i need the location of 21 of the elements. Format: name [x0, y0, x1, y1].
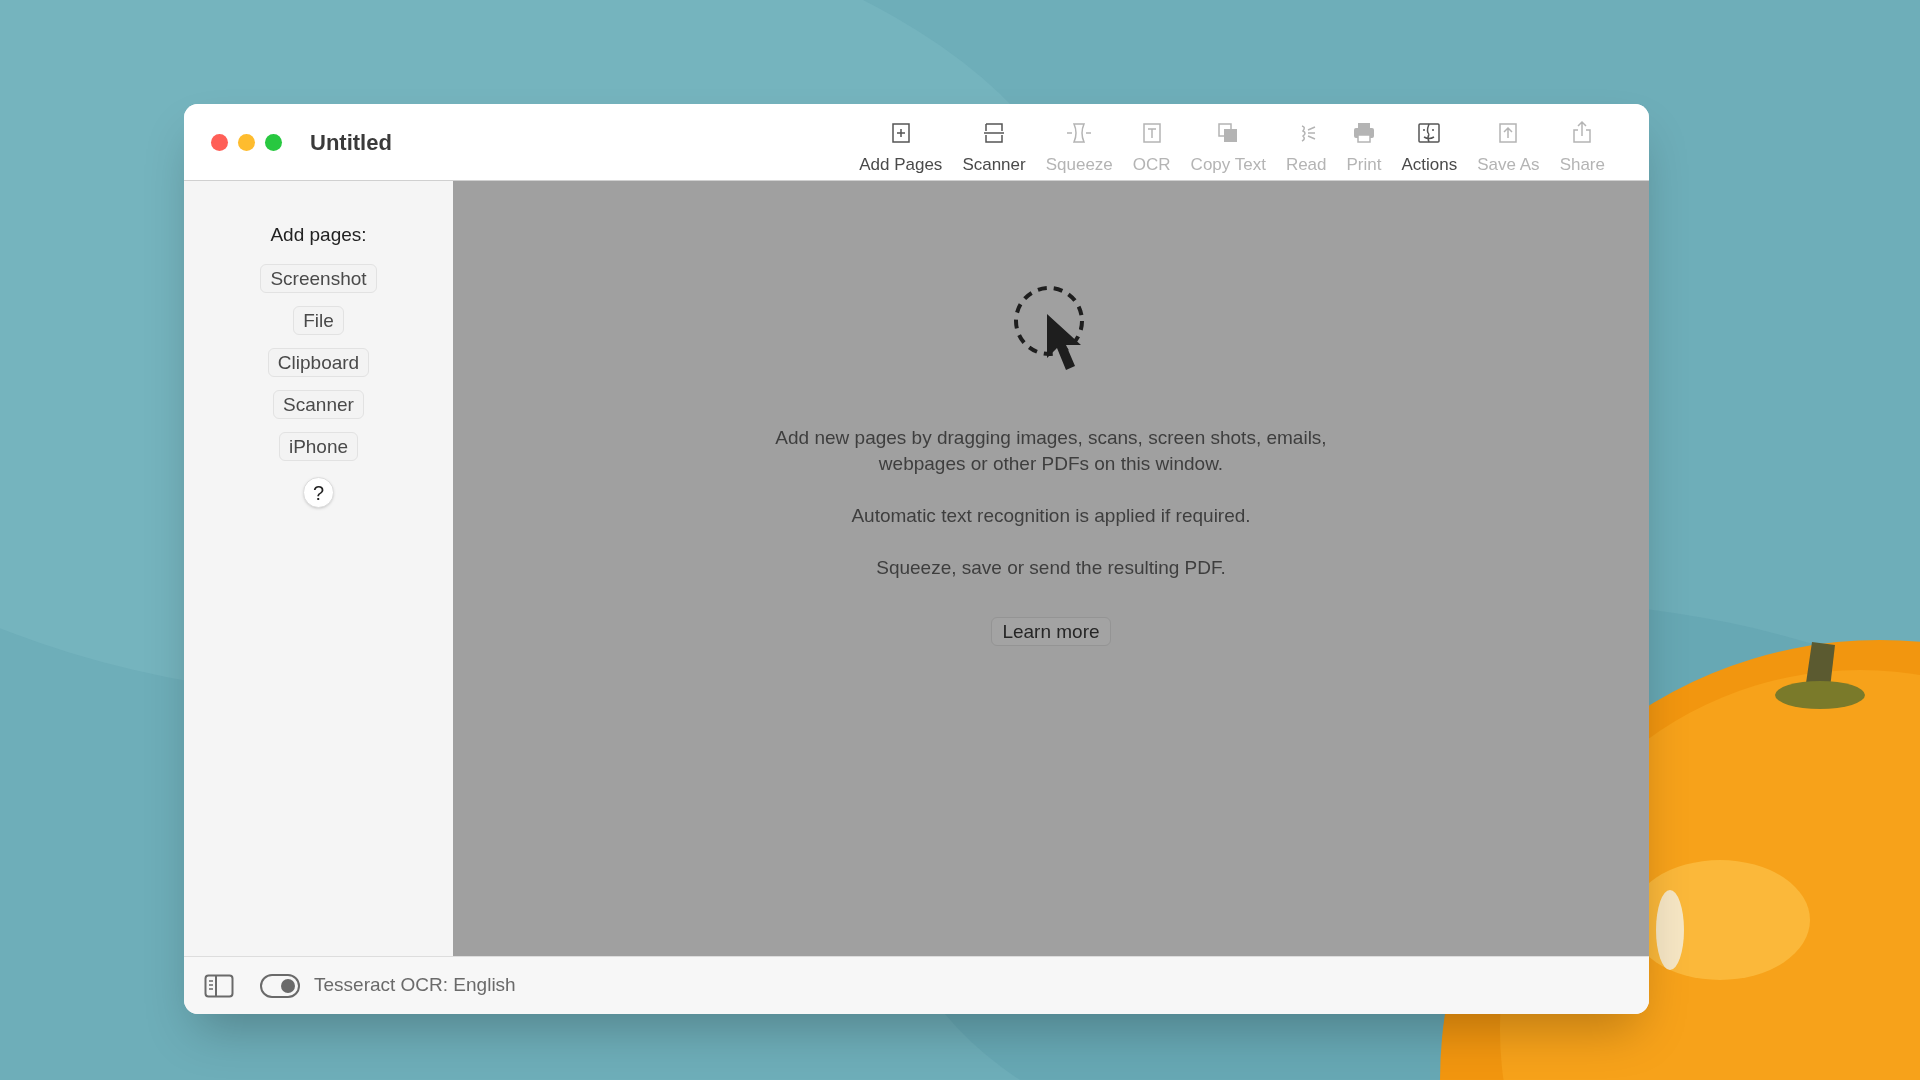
window-title: Untitled	[310, 128, 392, 157]
sidebar-heading: Add pages:	[270, 223, 367, 247]
add-source-button[interactable]: File	[293, 305, 344, 335]
toolbar-button[interactable]: Add Pages	[850, 120, 952, 178]
sidebar-toggle-icon[interactable]	[204, 973, 234, 998]
ocr-language-label: Tesseract OCR: English	[314, 973, 516, 998]
instruction-text: Squeeze, save or send the resulting PDF.	[876, 556, 1226, 580]
add-source-button[interactable]: Screenshot	[260, 263, 377, 293]
toolbar-button[interactable]: Scanner	[953, 120, 1035, 178]
close-button[interactable]	[211, 133, 228, 151]
add-source-button[interactable]: iPhone	[278, 431, 359, 461]
instruction-text: Add new pages by dragging images, scans, screen shots, emails, webpages or other PDFs on this window.	[774, 426, 1328, 476]
instruction-text: Automatic text recognition is applied if required.	[851, 504, 1251, 528]
toggle-switch[interactable]	[260, 973, 300, 998]
learn-more-button[interactable]: Learn more	[991, 617, 1111, 646]
minimize-button[interactable]	[238, 133, 255, 151]
zoom-button[interactable]	[265, 133, 282, 151]
help-button[interactable]: ?	[303, 476, 334, 508]
add-source-button[interactable]: Clipboard	[267, 347, 370, 377]
add-source-button[interactable]: Scanner	[273, 389, 364, 419]
toolbar-button[interactable]: Actions	[1392, 120, 1467, 178]
